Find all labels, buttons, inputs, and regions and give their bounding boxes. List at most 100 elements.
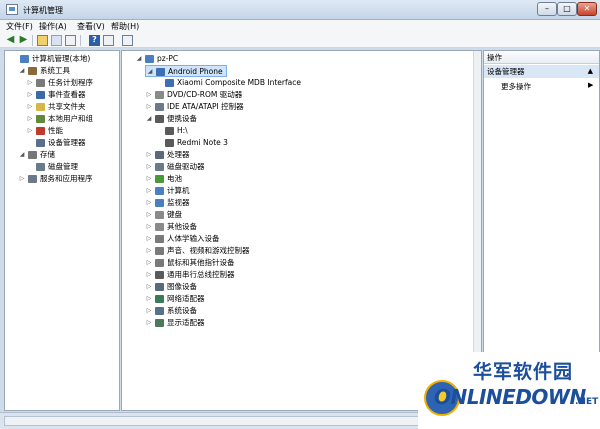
expand-toggle-icon[interactable]: ▷ — [26, 77, 34, 89]
expand-toggle-icon[interactable]: ◢ — [146, 66, 154, 78]
services-icon — [28, 175, 37, 183]
back-arrow-icon[interactable]: ◀ — [5, 35, 16, 46]
sound-icon — [155, 247, 164, 255]
expand-toggle-icon[interactable]: ▷ — [145, 101, 153, 113]
more-actions-link[interactable]: 更多操作 — [501, 81, 531, 92]
menu-view[interactable]: 查看(V) — [77, 21, 105, 32]
nav-tree-label: 服务和应用程序 — [40, 174, 93, 183]
nav-tree-label: 本地用户和组 — [48, 114, 93, 123]
expand-toggle-icon[interactable]: ▷ — [145, 209, 153, 221]
expand-toggle-icon[interactable]: ▷ — [145, 149, 153, 161]
computer-icon — [155, 187, 164, 195]
device-tree-label: 处理器 — [167, 150, 190, 159]
submenu-arrow-icon: ▶ — [588, 81, 594, 89]
expand-toggle-icon[interactable]: ▷ — [26, 113, 34, 125]
shared-folder-icon — [36, 103, 45, 111]
device-tree-label: Redmi Note 3 — [177, 138, 228, 147]
device-tree-label: 显示适配器 — [167, 318, 205, 327]
expand-toggle-icon[interactable]: ◢ — [18, 65, 26, 77]
device-tree-label: 电池 — [167, 174, 182, 183]
usb-icon — [155, 271, 164, 279]
navigation-tree: 计算机管理(本地) ◢ 系统工具 ▷ 任务计划程序 ▷ 事件查看器 ▷ 共享文件夹 ▷ 本地用户和组… — [4, 50, 120, 411]
watermark: 华军软件园 ONLINEDOWN .NET — [418, 352, 600, 429]
expand-toggle-icon[interactable]: ◢ — [145, 113, 153, 125]
menu-action[interactable]: 操作(A) — [39, 21, 67, 32]
expand-toggle-icon[interactable]: ▷ — [145, 173, 153, 185]
users-icon — [36, 115, 45, 123]
other-device-icon — [155, 223, 164, 231]
expand-toggle-icon[interactable]: ▷ — [26, 125, 34, 137]
expand-toggle-icon[interactable]: ▷ — [145, 233, 153, 245]
actions-section-label: 设备管理器 — [487, 67, 525, 76]
toolbar-separator — [80, 35, 81, 46]
expand-toggle-icon[interactable]: ▷ — [145, 161, 153, 173]
menu-help[interactable]: 帮助(H) — [111, 21, 139, 32]
expand-toggle-icon[interactable]: ▷ — [145, 317, 153, 329]
actions-header: 操作 — [484, 51, 599, 64]
expand-toggle-icon[interactable]: ◢ — [135, 53, 143, 65]
expand-toggle-icon[interactable]: ▷ — [145, 245, 153, 257]
device-tree-label: 人体学输入设备 — [167, 234, 220, 243]
menu-file[interactable]: 文件(F) — [6, 21, 33, 32]
view-icon[interactable] — [103, 35, 114, 46]
device-tree-label: 磁盘驱动器 — [167, 162, 205, 171]
up-folder-icon[interactable] — [37, 35, 48, 46]
expand-toggle-icon[interactable]: ▷ — [26, 101, 34, 113]
nav-tree-label: 系统工具 — [40, 66, 70, 75]
expand-toggle-icon[interactable] — [26, 161, 34, 173]
expand-toggle-icon[interactable] — [26, 137, 34, 149]
properties-icon[interactable] — [65, 35, 76, 46]
hid-icon — [155, 235, 164, 243]
device-tree-label: pz-PC — [157, 54, 179, 63]
device-tree-label: 其他设备 — [167, 222, 197, 231]
expand-toggle-icon[interactable]: ▷ — [145, 185, 153, 197]
forward-arrow-icon[interactable]: ▶ — [18, 35, 29, 46]
device-tree-label: IDE ATA/ATAPI 控制器 — [167, 102, 244, 111]
expand-toggle-icon[interactable] — [155, 137, 163, 149]
expand-toggle-icon[interactable] — [155, 125, 163, 137]
nav-tree-label: 计算机管理(本地) — [32, 54, 91, 63]
device-tree-label: DVD/CD-ROM 驱动器 — [167, 90, 243, 99]
show-hide-tree-icon[interactable] — [51, 35, 62, 46]
expand-toggle-icon[interactable]: ▷ — [145, 89, 153, 101]
expand-toggle-icon[interactable]: ◢ — [18, 149, 26, 161]
watermark-net: .NET — [575, 397, 599, 407]
expand-toggle-icon[interactable]: ▷ — [145, 269, 153, 281]
title-bar: 计算机管理 – □ ✕ — [0, 0, 600, 20]
expand-toggle-icon[interactable] — [155, 77, 163, 89]
expand-toggle-icon[interactable]: ▷ — [18, 173, 26, 185]
collapse-icon[interactable]: ▲ — [588, 65, 593, 78]
expand-toggle-icon[interactable]: ▷ — [145, 197, 153, 209]
nav-tree-label: 任务计划程序 — [48, 78, 93, 87]
ide-controller-icon — [155, 103, 164, 111]
help-icon[interactable]: ? — [89, 35, 100, 46]
expand-toggle-icon[interactable]: ▷ — [145, 293, 153, 305]
performance-icon — [36, 127, 45, 135]
computer-icon — [20, 55, 29, 63]
minimize-button[interactable]: – — [537, 2, 557, 16]
phone-icon — [165, 79, 174, 87]
maximize-button[interactable]: □ — [557, 2, 577, 16]
expand-toggle-icon[interactable]: ▷ — [145, 257, 153, 269]
expand-toggle-icon[interactable]: ▷ — [145, 305, 153, 317]
camera-icon — [155, 283, 164, 291]
close-button[interactable]: ✕ — [577, 2, 597, 16]
expand-toggle-icon[interactable]: ▷ — [145, 221, 153, 233]
computer-icon — [145, 55, 154, 63]
scan-hardware-icon[interactable] — [122, 35, 133, 46]
expand-toggle-icon[interactable]: ▷ — [145, 281, 153, 293]
actions-section-device-manager[interactable]: 设备管理器 ▲ — [484, 65, 599, 78]
device-tree-label: 便携设备 — [167, 114, 197, 123]
processor-icon — [155, 151, 164, 159]
expand-toggle-icon[interactable]: ▷ — [26, 89, 34, 101]
device-tree-item[interactable]: ◢ Android Phone — [145, 65, 227, 77]
device-tree-label: 计算机 — [167, 186, 190, 195]
device-manager-icon — [36, 139, 45, 147]
clock-icon — [36, 79, 45, 87]
expand-toggle-icon[interactable] — [10, 53, 18, 65]
device-tree-label: 声音、视频和游戏控制器 — [167, 246, 250, 255]
tools-icon — [28, 67, 37, 75]
watermark-english: ONLINEDOWN — [434, 385, 586, 409]
status-cell — [4, 416, 422, 426]
nav-tree-label: 共享文件夹 — [48, 102, 86, 111]
